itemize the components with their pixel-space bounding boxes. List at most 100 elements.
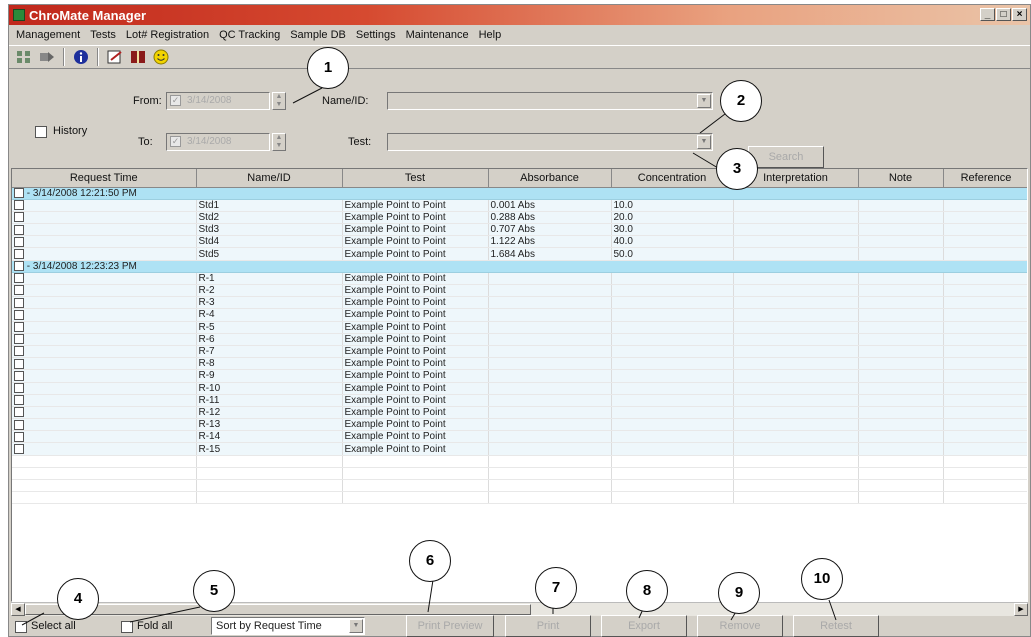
to-date-spinner[interactable]: ▲ ▼ — [272, 133, 286, 151]
table-row[interactable]: Std5 Example Point to Point 1.684 Abs 50.0 — [12, 247, 1027, 261]
group-row[interactable]: - 3/14/2008 12:21:50 PM — [12, 187, 1027, 200]
menu-help[interactable]: Help — [474, 29, 507, 41]
row-checkbox[interactable] — [14, 322, 24, 333]
horizontal-scrollbar[interactable]: ◀ ▶ — [11, 602, 1028, 616]
scroll-thumb[interactable] — [25, 604, 531, 615]
row-checkbox[interactable] — [14, 285, 24, 296]
row-checkbox[interactable] — [14, 395, 24, 406]
menu-sample-db[interactable]: Sample DB — [285, 29, 351, 41]
table-row[interactable]: R-12 Example Point to Point — [12, 406, 1027, 420]
col-request-time[interactable]: Request Time — [12, 169, 197, 188]
search-button[interactable]: Search — [748, 146, 824, 168]
table-row[interactable]: R-15 Example Point to Point — [12, 442, 1027, 456]
menu-management[interactable]: Management — [11, 29, 85, 41]
row-checkbox[interactable] — [14, 346, 24, 357]
remove-button[interactable]: Remove — [697, 615, 783, 637]
row-checkbox[interactable] — [14, 334, 24, 345]
history-checkbox[interactable] — [35, 126, 47, 138]
edit-icon[interactable] — [106, 48, 124, 66]
export-button[interactable]: Export — [601, 615, 687, 637]
table-row[interactable]: R-13 Example Point to Point — [12, 418, 1027, 432]
col-name-id[interactable]: Name/ID — [196, 169, 343, 188]
to-enable-checkbox[interactable]: ✓ — [170, 136, 181, 147]
row-select-cell — [12, 442, 197, 456]
col-test[interactable]: Test — [342, 169, 489, 188]
from-date-field[interactable]: ✓ 3/14/2008 — [166, 92, 270, 110]
row-checkbox[interactable] — [14, 236, 24, 247]
grid-icon[interactable] — [15, 48, 33, 66]
col-reference[interactable]: Reference — [943, 169, 1027, 188]
to-date-value: 3/14/2008 — [187, 136, 232, 147]
row-checkbox[interactable] — [14, 297, 24, 308]
col-absorbance[interactable]: Absorbance — [488, 169, 612, 188]
table-row[interactable]: R-3 Example Point to Point — [12, 296, 1027, 310]
table-row[interactable]: R-6 Example Point to Point — [12, 333, 1027, 346]
table-row[interactable]: R-1 Example Point to Point — [12, 272, 1027, 286]
group-checkbox[interactable] — [14, 261, 24, 272]
row-checkbox[interactable] — [14, 224, 24, 235]
name-id-combo[interactable]: ▼ — [387, 92, 713, 110]
chevron-down-icon[interactable]: ▼ — [349, 619, 363, 633]
minimize-button[interactable]: _ — [980, 8, 995, 21]
table-row[interactable]: R-2 Example Point to Point — [12, 284, 1027, 298]
row-checkbox[interactable] — [14, 443, 24, 454]
chevron-down-icon[interactable]: ▼ — [697, 135, 711, 149]
row-checkbox[interactable] — [14, 212, 24, 223]
table-row[interactable]: R-9 Example Point to Point — [12, 369, 1027, 383]
table-row[interactable]: R-10 Example Point to Point — [12, 382, 1027, 395]
row-checkbox[interactable] — [14, 248, 24, 259]
menu-settings[interactable]: Settings — [351, 29, 401, 41]
row-checkbox[interactable] — [14, 407, 24, 418]
absorbance-cell — [488, 382, 612, 395]
table-row[interactable]: R-5 Example Point to Point — [12, 321, 1027, 334]
smiley-icon[interactable] — [152, 48, 170, 66]
from-enable-checkbox[interactable]: ✓ — [170, 95, 181, 106]
test-combo[interactable]: ▼ — [387, 133, 713, 151]
print-preview-button[interactable]: Print Preview — [406, 615, 494, 637]
row-checkbox[interactable] — [14, 370, 24, 381]
menu-lot-registration[interactable]: Lot# Registration — [121, 29, 214, 41]
toolbar — [9, 45, 1030, 69]
close-button[interactable]: × — [1012, 8, 1027, 21]
print-button[interactable]: Print — [505, 615, 591, 637]
retest-button[interactable]: Retest — [793, 615, 879, 637]
book-icon[interactable] — [129, 48, 147, 66]
group-checkbox[interactable] — [14, 187, 24, 198]
concentration-cell — [611, 321, 734, 334]
note-cell — [858, 272, 944, 286]
table-row[interactable]: R-14 Example Point to Point — [12, 430, 1027, 444]
group-row[interactable]: - 3/14/2008 12:23:23 PM — [12, 260, 1027, 273]
row-checkbox[interactable] — [14, 431, 24, 442]
to-date-field[interactable]: ✓ 3/14/2008 — [166, 133, 270, 151]
row-checkbox[interactable] — [14, 419, 24, 430]
info-icon[interactable] — [72, 48, 90, 66]
row-select-cell — [12, 333, 197, 346]
col-concentration[interactable]: Concentration — [611, 169, 734, 188]
table-row[interactable]: R-7 Example Point to Point — [12, 345, 1027, 359]
table-row[interactable]: Std1 Example Point to Point 0.001 Abs 10.0 — [12, 199, 1027, 212]
select-all-checkbox[interactable] — [15, 621, 27, 633]
fold-all-checkbox[interactable] — [121, 621, 133, 633]
sort-select[interactable]: Sort by Request Time ▼ — [211, 617, 365, 635]
scroll-left-icon[interactable]: ◀ — [11, 603, 25, 616]
row-checkbox[interactable] — [14, 309, 24, 320]
row-checkbox[interactable] — [14, 200, 24, 211]
row-checkbox[interactable] — [14, 358, 24, 369]
table-row[interactable]: Std2 Example Point to Point 0.288 Abs 20.0 — [12, 211, 1027, 225]
chevron-down-icon[interactable]: ▼ — [697, 94, 711, 108]
menu-qc-tracking[interactable]: QC Tracking — [214, 29, 285, 41]
table-row[interactable]: R-8 Example Point to Point — [12, 357, 1027, 371]
menu-maintenance[interactable]: Maintenance — [401, 29, 474, 41]
table-row[interactable]: R-4 Example Point to Point — [12, 308, 1027, 322]
maximize-button[interactable]: □ — [996, 8, 1011, 21]
row-checkbox[interactable] — [14, 382, 24, 393]
row-checkbox[interactable] — [14, 273, 24, 284]
menu-tests[interactable]: Tests — [85, 29, 121, 41]
table-row[interactable]: R-11 Example Point to Point — [12, 394, 1027, 407]
arrow-icon[interactable] — [38, 48, 56, 66]
scroll-right-icon[interactable]: ▶ — [1014, 603, 1028, 616]
from-date-spinner[interactable]: ▲ ▼ — [272, 92, 286, 110]
table-row[interactable]: Std3 Example Point to Point 0.707 Abs 30.0 — [12, 223, 1027, 237]
table-row[interactable]: Std4 Example Point to Point 1.122 Abs 40.0 — [12, 235, 1027, 249]
col-note[interactable]: Note — [858, 169, 944, 188]
